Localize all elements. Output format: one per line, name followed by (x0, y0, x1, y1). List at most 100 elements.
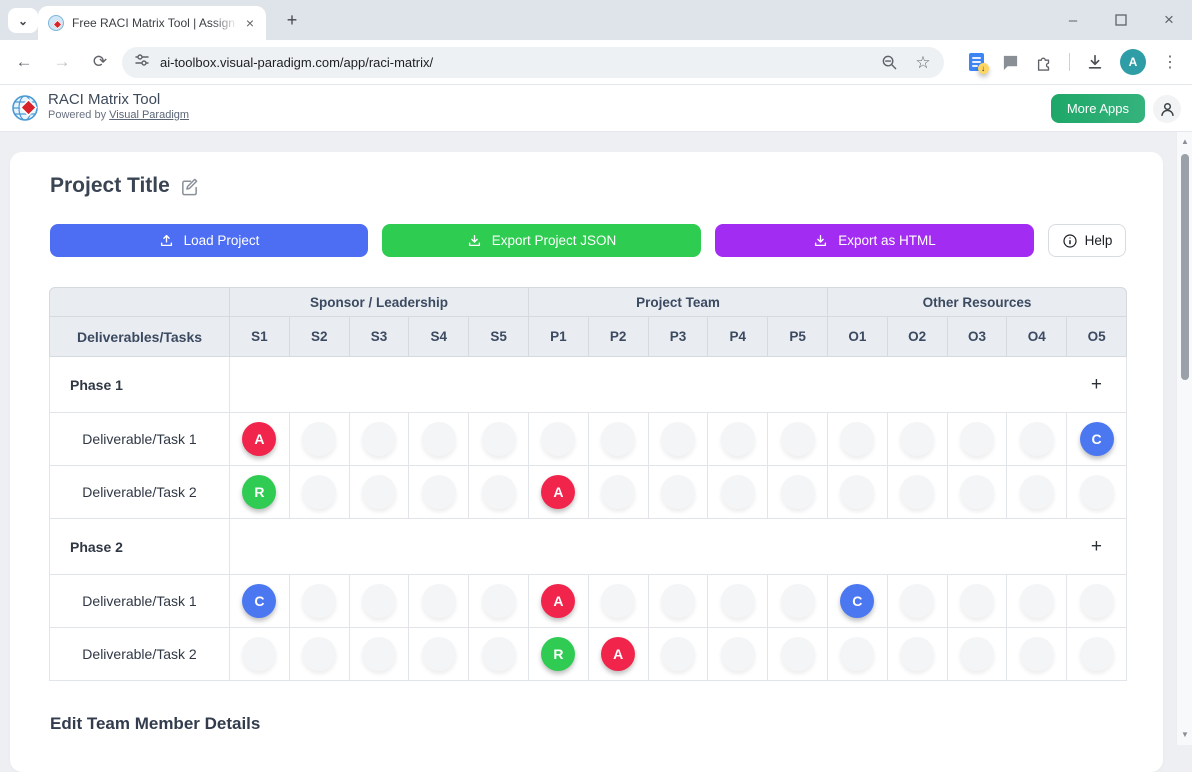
matrix-cell-S4[interactable] (409, 628, 469, 681)
empty-assignment-circle[interactable] (601, 475, 635, 509)
matrix-cell-S1[interactable]: A (230, 413, 290, 466)
matrix-column-header-P3[interactable]: P3 (649, 317, 709, 357)
address-bar[interactable]: ai-toolbox.visual-paradigm.com/app/raci-… (122, 47, 944, 78)
scrollbar-thumb[interactable] (1181, 154, 1189, 380)
back-button[interactable]: ← (10, 48, 38, 76)
raci-badge-R[interactable]: R (541, 637, 575, 671)
matrix-cell-P4[interactable] (708, 628, 768, 681)
matrix-cell-O2[interactable] (888, 413, 948, 466)
matrix-cell-O4[interactable] (1007, 466, 1067, 519)
extensions-puzzle-icon[interactable] (1035, 53, 1053, 71)
matrix-cell-S3[interactable] (350, 466, 410, 519)
empty-assignment-circle[interactable] (422, 637, 456, 671)
matrix-cell-S5[interactable] (469, 466, 529, 519)
matrix-cell-O5[interactable] (1067, 575, 1127, 628)
empty-assignment-circle[interactable] (302, 584, 336, 618)
matrix-column-header-S1[interactable]: S1 (230, 317, 290, 357)
site-settings-icon[interactable] (134, 52, 150, 73)
empty-assignment-circle[interactable] (482, 422, 516, 456)
raci-badge-A[interactable]: A (541, 475, 575, 509)
matrix-cell-S2[interactable] (290, 466, 350, 519)
empty-assignment-circle[interactable] (840, 475, 874, 509)
matrix-cell-O2[interactable] (888, 575, 948, 628)
empty-assignment-circle[interactable] (482, 584, 516, 618)
matrix-cell-P2[interactable] (589, 466, 649, 519)
empty-assignment-circle[interactable] (721, 422, 755, 456)
task-label[interactable]: Deliverable/Task 2 (49, 466, 230, 519)
empty-assignment-circle[interactable] (960, 584, 994, 618)
matrix-cell-O3[interactable] (948, 628, 1008, 681)
matrix-column-header-P2[interactable]: P2 (589, 317, 649, 357)
empty-assignment-circle[interactable] (302, 475, 336, 509)
matrix-cell-P5[interactable] (768, 466, 828, 519)
forward-button[interactable]: → (48, 48, 76, 76)
empty-assignment-circle[interactable] (781, 637, 815, 671)
empty-assignment-circle[interactable] (1080, 584, 1114, 618)
matrix-cell-P4[interactable] (708, 466, 768, 519)
matrix-cell-P3[interactable] (649, 628, 709, 681)
raci-badge-C[interactable]: C (840, 584, 874, 618)
task-label[interactable]: Deliverable/Task 1 (49, 413, 230, 466)
matrix-cell-S5[interactable] (469, 413, 529, 466)
matrix-cell-P5[interactable] (768, 575, 828, 628)
reload-button[interactable]: ⟳ (86, 48, 114, 76)
matrix-column-header-S4[interactable]: S4 (409, 317, 469, 357)
matrix-cell-O5[interactable] (1067, 466, 1127, 519)
empty-assignment-circle[interactable] (362, 584, 396, 618)
matrix-column-header-P1[interactable]: P1 (529, 317, 589, 357)
empty-assignment-circle[interactable] (781, 475, 815, 509)
matrix-column-header-O2[interactable]: O2 (888, 317, 948, 357)
matrix-column-header-O1[interactable]: O1 (828, 317, 888, 357)
phase-label[interactable]: Phase 1 (49, 357, 230, 413)
matrix-cell-O2[interactable] (888, 466, 948, 519)
raci-badge-A[interactable]: A (242, 422, 276, 456)
empty-assignment-circle[interactable] (1020, 422, 1054, 456)
matrix-cell-S2[interactable] (290, 413, 350, 466)
empty-assignment-circle[interactable] (601, 584, 635, 618)
empty-assignment-circle[interactable] (960, 422, 994, 456)
user-account-button[interactable] (1153, 95, 1181, 123)
matrix-cell-S1[interactable] (230, 628, 290, 681)
matrix-column-header-P4[interactable]: P4 (708, 317, 768, 357)
matrix-cell-O3[interactable] (948, 413, 1008, 466)
empty-assignment-circle[interactable] (661, 584, 695, 618)
zoom-out-icon[interactable] (880, 54, 898, 72)
tab-close-icon[interactable]: × (242, 15, 258, 31)
matrix-cell-O2[interactable] (888, 628, 948, 681)
raci-badge-C[interactable]: C (1080, 422, 1114, 456)
downloads-icon[interactable] (1086, 53, 1104, 71)
matrix-cell-S2[interactable] (290, 628, 350, 681)
matrix-cell-P4[interactable] (708, 413, 768, 466)
empty-assignment-circle[interactable] (482, 475, 516, 509)
raci-badge-A[interactable]: A (601, 637, 635, 671)
empty-assignment-circle[interactable] (362, 637, 396, 671)
empty-assignment-circle[interactable] (1080, 475, 1114, 509)
browser-menu-icon[interactable]: ⋮ (1162, 52, 1178, 72)
empty-assignment-circle[interactable] (661, 637, 695, 671)
matrix-cell-O3[interactable] (948, 466, 1008, 519)
comment-extension-icon[interactable] (1001, 53, 1019, 71)
empty-assignment-circle[interactable] (422, 422, 456, 456)
matrix-cell-P5[interactable] (768, 628, 828, 681)
matrix-cell-S4[interactable] (409, 466, 469, 519)
task-label[interactable]: Deliverable/Task 2 (49, 628, 230, 681)
matrix-cell-S4[interactable] (409, 413, 469, 466)
matrix-cell-S5[interactable] (469, 628, 529, 681)
empty-assignment-circle[interactable] (1020, 584, 1054, 618)
matrix-cell-P1[interactable]: R (529, 628, 589, 681)
matrix-cell-P4[interactable] (708, 575, 768, 628)
matrix-column-header-S2[interactable]: S2 (290, 317, 350, 357)
matrix-cell-S3[interactable] (350, 628, 410, 681)
empty-assignment-circle[interactable] (900, 584, 934, 618)
empty-assignment-circle[interactable] (601, 422, 635, 456)
matrix-cell-S3[interactable] (350, 413, 410, 466)
empty-assignment-circle[interactable] (1020, 475, 1054, 509)
load-project-button[interactable]: Load Project (50, 224, 368, 257)
empty-assignment-circle[interactable] (1020, 637, 1054, 671)
matrix-cell-P3[interactable] (649, 575, 709, 628)
empty-assignment-circle[interactable] (302, 637, 336, 671)
new-tab-button[interactable]: + (280, 8, 304, 32)
empty-assignment-circle[interactable] (242, 637, 276, 671)
help-button[interactable]: Help (1048, 224, 1126, 257)
matrix-cell-P1[interactable]: A (529, 575, 589, 628)
